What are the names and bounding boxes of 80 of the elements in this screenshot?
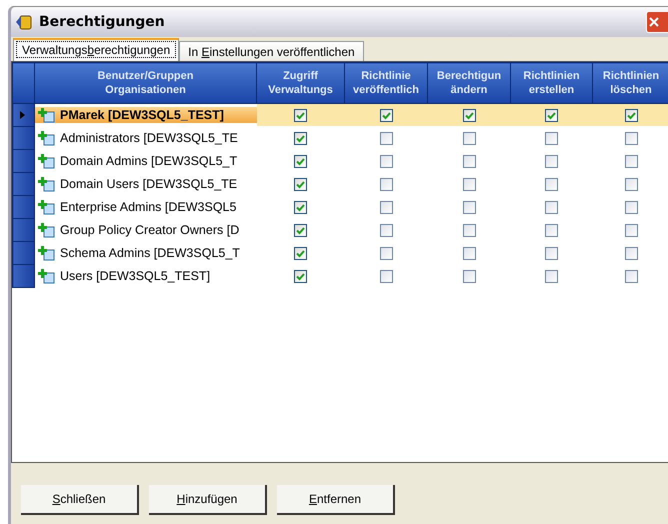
checkbox[interactable] [624,132,638,146]
table-cell: Users [DEW3SQL5_TEST] [35,268,256,284]
checkbox[interactable] [624,109,638,122]
user-group-icon [38,199,56,215]
checkbox[interactable] [545,132,558,146]
row-header[interactable] [12,196,34,218]
user-group-icon [38,153,56,169]
checkbox[interactable] [624,247,638,260]
checkbox[interactable] [380,178,392,192]
row-header[interactable] [12,242,34,264]
checkbox[interactable] [462,270,476,284]
checkbox[interactable] [462,247,476,260]
row-pointer-icon [19,110,27,120]
row-header[interactable] [12,264,34,288]
checkbox[interactable] [545,201,558,214]
checkbox[interactable] [380,247,392,260]
table-cell: Group Policy Creator Owners [D [35,222,256,238]
table-cell: Administrators [DEW3SQL5_TE [35,130,256,146]
dialog-button[interactable]: Entfernen [277,485,395,515]
checkbox[interactable] [380,201,392,214]
table-cell: Domain Users [DEW3SQL5_TE [35,176,256,192]
window-title: Berechtigungen [39,14,165,30]
row-header[interactable] [12,218,34,242]
checkbox[interactable] [294,247,307,260]
checkbox[interactable] [294,270,307,284]
checkbox[interactable] [545,178,558,192]
user-group-icon [38,107,56,123]
row-header[interactable] [12,172,34,196]
table-cell: Domain Admins [DEW3SQL5_T [35,153,256,169]
app-icon [15,13,33,31]
checkbox[interactable] [294,224,307,238]
column-header: Richtlinie veröffentlich [344,62,428,104]
tab[interactable]: Verwaltungsberechtigungen [13,38,180,61]
close-icon [647,15,661,29]
checkbox[interactable] [294,109,307,122]
checkbox[interactable] [294,132,307,146]
checkbox[interactable] [545,247,558,260]
dialog-button[interactable]: Schließen [21,485,139,515]
checkbox[interactable] [624,270,638,284]
table-cell: PMarek [DEW3SQL5_TEST] [35,107,256,123]
checkbox[interactable] [462,224,476,238]
column-header: Zugriff Verwaltungs [256,62,344,104]
checkbox[interactable] [462,178,476,192]
checkbox[interactable] [462,132,476,146]
column-header: Berechtigun ändern [428,62,510,104]
checkbox[interactable] [380,109,392,122]
row-header[interactable] [12,126,34,150]
user-group-icon [38,268,56,284]
checkbox[interactable] [624,155,638,168]
checkbox[interactable] [624,201,638,214]
table-cell: Schema Admins [DEW3SQL5_T [35,245,256,261]
user-group-icon [38,222,56,238]
user-group-icon [38,130,56,146]
table-cell: Enterprise Admins [DEW3SQL5 [35,199,256,215]
checkbox[interactable] [462,155,476,168]
checkbox[interactable] [462,109,476,122]
dialog-button[interactable]: Hinzufügen [149,485,267,515]
column-header: Benutzer/Gruppen Organisationen [34,62,256,104]
checkbox[interactable] [380,270,392,284]
row-header[interactable] [12,104,34,126]
row-header[interactable] [12,150,34,172]
checkbox[interactable] [380,155,392,168]
checkbox[interactable] [294,178,307,192]
checkbox[interactable] [545,270,558,284]
checkbox[interactable] [380,132,392,146]
checkbox[interactable] [294,201,307,214]
checkbox[interactable] [624,178,638,192]
checkbox[interactable] [545,224,558,238]
column-header: Richtlinien erstellen [510,62,592,104]
column-header: Richtlinien löschen [592,62,668,104]
checkbox[interactable] [462,201,476,214]
close-button[interactable] [646,11,668,33]
tab[interactable]: In Einstellungen veröffentlichen [179,41,364,61]
checkbox[interactable] [545,109,558,122]
checkbox[interactable] [380,224,392,238]
checkbox[interactable] [545,155,558,168]
user-group-icon [38,245,56,261]
checkbox[interactable] [624,224,638,238]
checkbox[interactable] [294,155,307,168]
user-group-icon [38,176,56,192]
